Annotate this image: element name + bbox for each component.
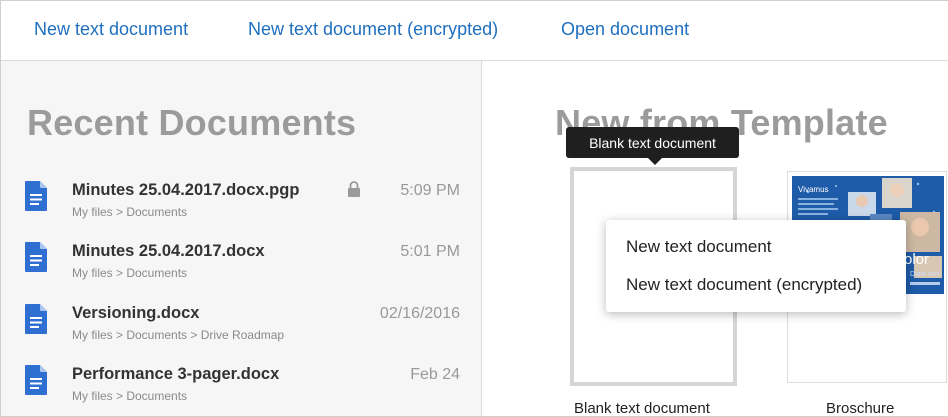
broschure-thumb-big-word: olor [904,251,929,268]
document-path: My files > Documents [72,205,188,219]
open-document-link[interactable]: Open document [561,19,689,40]
menu-item-new-text-document[interactable]: New text document [626,237,772,257]
broschure-thumb-heading: Vivamus [798,185,829,194]
recent-document-row[interactable]: Minutes 25.04.2017.docx My files > Docum… [1,242,481,302]
broschure-thumb-small-word: Diam orci [910,271,940,278]
document-icon [25,242,47,272]
top-action-bar: New text document New text document (enc… [1,1,948,61]
recent-document-row[interactable]: Minutes 25.04.2017.docx.pgp My files > D… [1,181,481,241]
document-modified-time: Feb 24 [410,366,460,383]
document-icon [25,304,47,334]
tooltip-arrow [648,158,662,165]
document-path: My files > Documents > Drive Roadmap [72,328,285,342]
document-name: Minutes 25.04.2017.docx [72,242,265,260]
document-modified-time: 02/16/2016 [379,305,460,322]
document-path: My files > Documents [72,389,188,403]
document-modified-time: 5:09 PM [400,182,460,199]
template-tooltip: Blank text document [566,127,739,158]
document-path: My files > Documents [72,266,188,280]
new-encrypted-document-link[interactable]: New text document (encrypted) [248,19,498,40]
recent-document-row[interactable]: Versioning.docx My files > Documents > D… [1,304,481,364]
document-name: Versioning.docx [72,304,200,322]
new-text-document-link[interactable]: New text document [34,19,188,40]
tooltip-text: Blank text document [589,134,716,151]
document-icon [25,365,47,395]
new-from-template-panel: New from Template Blank text document Vi… [482,61,948,417]
recent-documents-panel: Recent Documents Minutes 25.04.2017.docx… [1,61,482,416]
blank-template-label: Blank text document [574,400,710,417]
document-name: Minutes 25.04.2017.docx.pgp [72,181,300,199]
lock-icon [348,181,360,197]
document-icon [25,181,47,211]
broschure-template-label: Broschure [826,400,895,417]
document-name: Performance 3-pager.docx [72,365,280,383]
menu-item-new-text-document-encrypted[interactable]: New text document (encrypted) [626,275,862,295]
recent-document-row[interactable]: Performance 3-pager.docx My files > Docu… [1,365,481,416]
recent-documents-title: Recent Documents [27,102,357,143]
document-modified-time: 5:01 PM [400,243,460,260]
template-context-menu: New text document New text document (enc… [606,220,906,312]
app-frame: New text document New text document (enc… [0,0,948,417]
